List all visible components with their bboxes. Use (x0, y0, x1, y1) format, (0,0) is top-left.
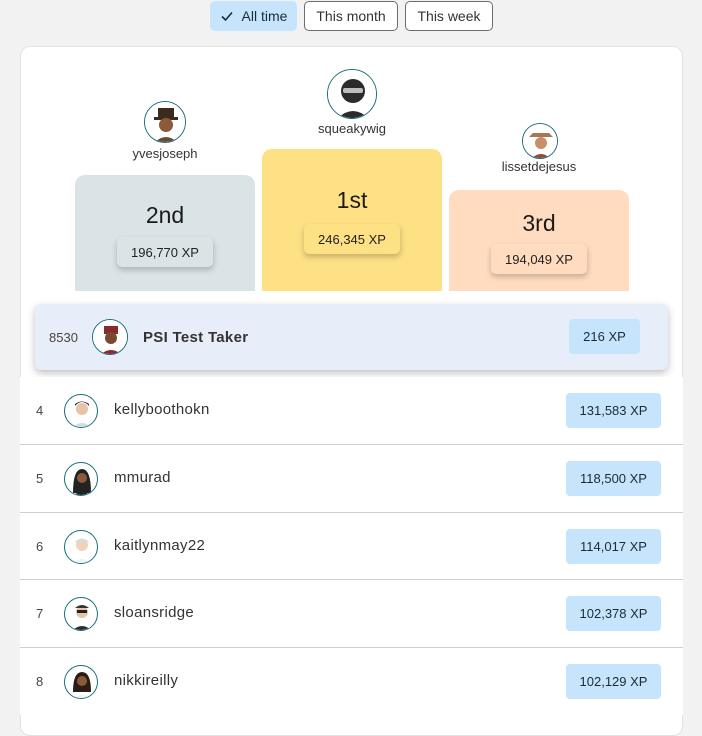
filter-all-time-button[interactable]: All time (210, 1, 297, 31)
first-place-xp: 246,345 XP (304, 224, 400, 254)
avatar-icon (73, 605, 91, 630)
row-rank: 7 (36, 606, 44, 621)
current-user-name: PSI Test Taker (143, 329, 249, 346)
time-filter-group: All time This month This week (0, 1, 702, 31)
first-place-avatar (327, 69, 377, 119)
row-xp: 118,500 XP (566, 461, 661, 496)
current-user-xp: 216 XP (569, 319, 640, 354)
row-avatar (64, 597, 98, 631)
row-username: mmurad (114, 469, 171, 486)
first-place-podium: 1st 246,345 XP (262, 149, 442, 291)
second-place-xp: 196,770 XP (117, 237, 213, 267)
current-user-avatar (92, 319, 128, 355)
row-xp: 114,017 XP (566, 529, 661, 564)
second-place-avatar (144, 101, 186, 143)
first-place-name: squeakywig (318, 121, 386, 136)
leaderboard-row[interactable]: 7 sloansridge 102,378 XP (20, 579, 683, 647)
third-place-xp: 194,049 XP (491, 244, 587, 274)
filter-this-month-label: This month (316, 8, 386, 24)
row-avatar (64, 462, 98, 496)
avatar-icon (73, 538, 91, 563)
current-user-rank: 8530 (49, 330, 78, 345)
row-rank: 5 (36, 471, 44, 486)
check-icon (220, 9, 234, 23)
row-xp: 102,378 XP (566, 596, 661, 631)
third-place-name: lissetdejesus (501, 159, 577, 174)
avatar-icon (145, 102, 185, 142)
filter-this-week-label: This week (417, 8, 481, 24)
second-place-name: yvesjoseph (132, 146, 198, 161)
first-place-rank: 1st (336, 187, 368, 213)
filter-this-week-button[interactable]: This week (405, 1, 493, 31)
leaderboard-row[interactable]: 8 nikkireilly 102,129 XP (20, 647, 683, 715)
row-username: kellyboothokn (114, 401, 210, 418)
current-user-row[interactable]: 8530 PSI Test Taker 216 XP (35, 304, 668, 370)
avatar-icon (73, 469, 91, 495)
third-place-rank: 3rd (522, 210, 556, 236)
row-xp: 102,129 XP (566, 664, 661, 699)
avatar-icon (328, 70, 376, 118)
row-rank: 8 (36, 674, 44, 689)
second-place-podium: 2nd 196,770 XP (75, 175, 255, 291)
second-place-rank: 2nd (145, 202, 185, 228)
row-username: sloansridge (114, 604, 195, 621)
filter-this-month-button[interactable]: This month (304, 1, 398, 31)
row-avatar (64, 394, 98, 428)
avatar-icon (93, 320, 127, 354)
avatar-icon (73, 672, 91, 698)
row-xp: 131,583 XP (566, 393, 661, 428)
row-rank: 6 (36, 539, 44, 554)
leaderboard-row[interactable]: 6 kaitlynmay22 114,017 XP (20, 512, 683, 580)
leaderboard-row[interactable]: 4 kellyboothokn 131,583 XP (20, 377, 683, 445)
third-place-podium: 3rd 194,049 XP (449, 190, 629, 291)
row-username: nikkireilly (114, 672, 179, 689)
row-avatar (64, 665, 98, 699)
row-avatar (64, 530, 98, 564)
avatar-icon (73, 401, 91, 427)
leaderboard-row[interactable]: 5 mmurad 118,500 XP (20, 444, 683, 512)
row-rank: 4 (36, 403, 44, 418)
avatar-icon (523, 124, 557, 158)
filter-all-time-label: All time (241, 8, 288, 24)
third-place-avatar (522, 123, 558, 159)
row-username: kaitlynmay22 (114, 537, 206, 554)
